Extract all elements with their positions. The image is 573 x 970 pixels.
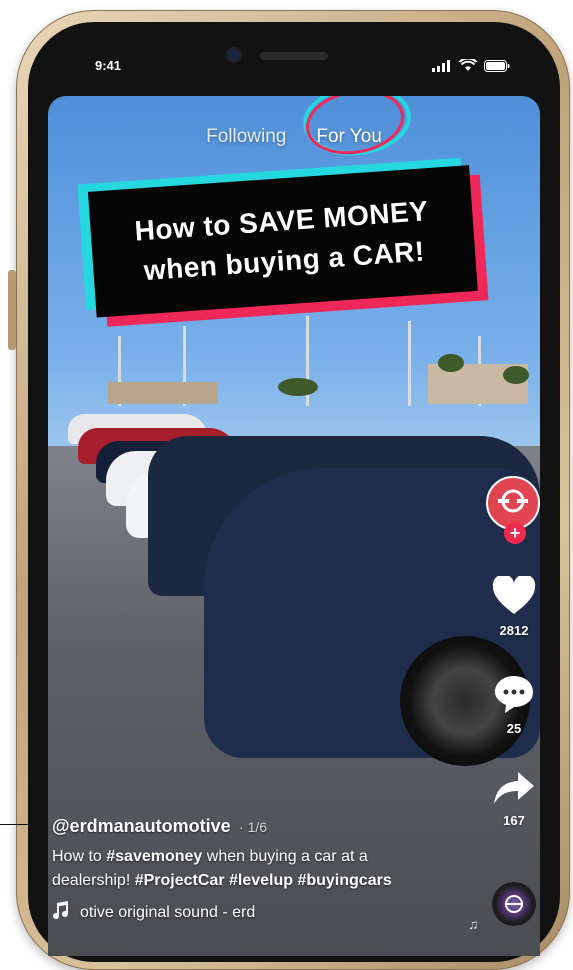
banner-text-box: How to SAVE MONEY when buying a CAR! [87, 165, 478, 318]
page-indicator: · 1/6 [239, 819, 268, 835]
signal-icon [432, 59, 452, 77]
palm-tree [438, 354, 464, 372]
caption-header: @erdmanautomotive · 1/6 [52, 816, 452, 837]
username-link[interactable]: @erdmanautomotive [52, 816, 231, 836]
feed-tabs: Following For You [48, 122, 540, 152]
video-caption: @erdmanautomotive · 1/6 How to #savemone… [52, 816, 452, 924]
tab-for-you[interactable]: For You [316, 126, 382, 148]
video-screen[interactable]: Following For You How to SAVE MONEY when… [48, 96, 540, 956]
caption-text: How to [52, 848, 107, 865]
front-camera [228, 49, 240, 61]
sound-row[interactable]: otive original sound - erd [52, 901, 452, 924]
hashtag-link[interactable]: #savemoney [106, 848, 202, 865]
tab-following[interactable]: Following [206, 126, 286, 148]
heart-icon [492, 574, 536, 620]
caption-description: How to #savemoney when buying a car at a… [52, 845, 448, 893]
share-button[interactable]: 167 [488, 770, 540, 828]
light-pole [408, 321, 411, 406]
phone-side-button [8, 270, 16, 350]
like-count: 2812 [499, 623, 529, 638]
music-note-icon: ♫ [468, 916, 479, 932]
title-banner: How to SAVE MONEY when buying a CAR! [77, 154, 492, 332]
battery-icon [484, 59, 510, 77]
earpiece-speaker [260, 52, 328, 60]
plus-icon: + [509, 523, 521, 543]
share-icon [492, 772, 536, 810]
wrench-logo-icon [496, 488, 530, 519]
status-icons [432, 57, 510, 77]
sound-name: otive original sound - erd [80, 903, 256, 921]
follow-button[interactable]: + [504, 522, 526, 544]
share-count: 167 [503, 813, 525, 828]
like-button[interactable]: 2812 [488, 574, 540, 638]
palm-tree [503, 366, 529, 384]
comment-count: 25 [506, 721, 522, 736]
comment-button[interactable]: 25 [488, 674, 540, 736]
hashtag-links[interactable]: #ProjectCar #levelup #buyingcars [135, 872, 392, 889]
music-disc-icon[interactable] [492, 882, 536, 926]
wifi-icon [458, 57, 478, 77]
dealership-building [108, 382, 218, 404]
comment-icon [493, 676, 535, 718]
palm-tree [278, 378, 318, 396]
leader-line [0, 824, 46, 825]
music-note-icon [52, 901, 70, 924]
status-time: 9:41 [95, 58, 122, 73]
